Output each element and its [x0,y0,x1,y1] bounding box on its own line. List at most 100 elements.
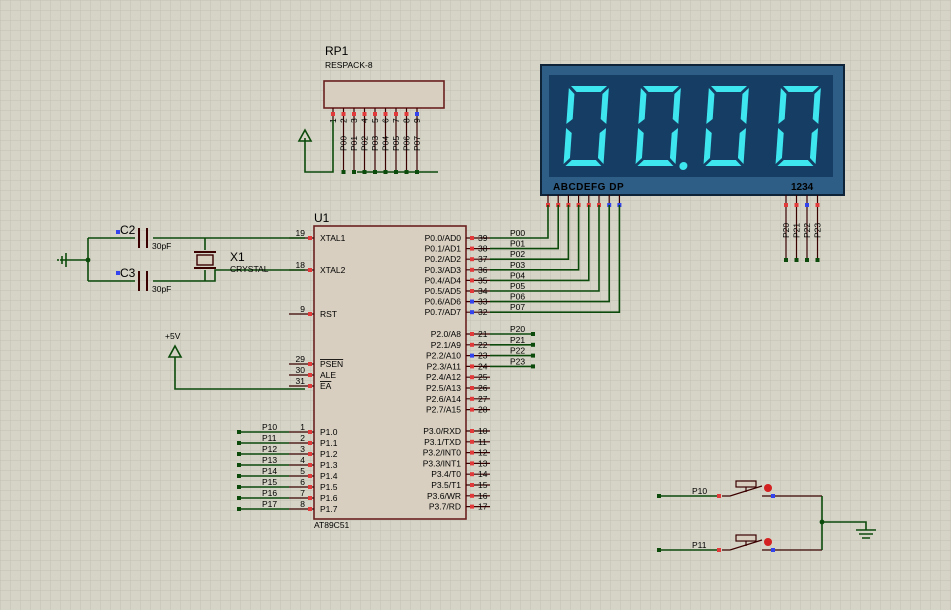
u1-left-pin-marker [308,485,312,489]
rp1-pin-number: 6 [381,118,391,123]
u1-left-pin-marker [308,362,312,366]
u1-left-pin-marker [308,507,312,511]
u1-right-pin-marker [470,483,474,487]
u1-left-pin-number: 29 [296,354,306,364]
u1-right-pin-number: 17 [478,502,488,512]
u1-right-pin-name: P2.5/A13 [426,383,461,393]
u1-right-pin-number: 22 [478,340,488,350]
display-segment [705,160,742,166]
x1-ref: X1 [230,250,245,264]
u1-left-pin-name: P1.6 [320,493,338,503]
u1-left-pin-marker [308,452,312,456]
u1-left-pin-marker [308,236,312,240]
u1-right-pin-name: P2.4/A12 [426,372,461,382]
seven-segment-display[interactable]: ABCDEFG DP 1234 [540,64,845,196]
button-actuator-icon[interactable] [764,538,772,546]
button-pin-marker-2 [771,494,775,498]
u1-left-pin-marker [308,463,312,467]
u1-left-pin-name: P1.1 [320,438,338,448]
rp1-net-label: P06 [402,136,412,151]
u1-left-pin-number: 30 [296,365,306,375]
schematic-canvas[interactable]: RP1 RESPACK-8 1 2P003P014P025P036P047P058… [0,0,951,610]
rp1-net-label: P03 [370,136,380,151]
button-pin-marker [717,548,721,552]
u1-right-pin-number: 16 [478,491,488,501]
display-digit-pin-marker [805,203,809,207]
u1-left-pin-name: P1.5 [320,482,338,492]
u1-right-pin-marker [470,375,474,380]
u1-part: AT89C51 [314,520,350,530]
u1-right-pin-number: 24 [478,361,488,371]
u1-left-pin-marker [308,268,312,272]
button-pin-marker [717,494,721,498]
u1-right-pin-name: P3.6/WR [427,491,461,501]
u1-left-pin-number: 7 [300,488,305,498]
p2-net-label: P20 [510,324,525,334]
rp1-pin-number: 2 [339,118,349,123]
u1-left-pin-number: 2 [300,433,305,443]
u1-left-pin-name: EA [320,381,332,391]
u1-right-pin-marker [470,257,474,262]
p1-net-terminal [237,474,241,478]
u1-right-pin-number: 14 [478,469,488,479]
c3-value: 30pF [152,284,171,294]
p1-net-label: P15 [262,477,277,487]
u1-right-pin-marker [470,299,474,304]
u1-ref: U1 [314,211,330,225]
rp1-net-label: P04 [381,136,391,151]
rp1-pin-marker [383,112,388,116]
u1-right-pin-number: 25 [478,372,488,382]
rp1-pin-marker [373,112,377,116]
display-digit-terminal [784,258,788,262]
u1-right-pin-marker [470,439,474,444]
rp1-pin-number: 8 [402,118,412,123]
p0-net-label: P05 [510,281,525,291]
u1-right-pin-marker [470,289,474,293]
button-actuator-icon[interactable] [764,484,772,492]
u1-left-pin-number: 5 [300,466,305,476]
p2-net-label: P23 [510,356,525,366]
display-digit-terminal [794,258,799,262]
u1-left-pin-number: 8 [300,499,305,509]
u1-right-pin-number: 27 [478,394,488,404]
u1-left-pin-name: P1.3 [320,460,338,470]
button-net-terminal [657,548,661,552]
p1-net-label: P11 [262,433,277,443]
u1-right-pin-marker [470,278,474,283]
display-digit-terminal [815,258,820,262]
u1-right-pin-marker [470,429,474,433]
x1-value: CRYSTAL [230,264,269,274]
u1-microcontroller[interactable]: U1 AT89C51 19 XTAL118 XTAL29 RST29 PSEN30 ALE… [289,211,490,530]
u1-right-pin-name: P2.6/A14 [426,394,461,404]
u1-left-pin-marker [308,312,312,316]
u1-right-pin-number: 35 [478,275,488,285]
u1-right-pin-name: P3.2/INT0 [423,448,462,458]
segment-label: ABCDEFG DP [553,182,624,193]
u1-right-pin-marker [470,246,474,251]
u1-right-pin-number: 32 [478,307,488,317]
p0-net-label: P04 [510,270,525,280]
u1-right-pin-number: 13 [478,458,488,468]
u1-left-pin-marker [308,373,312,377]
display-digit-net: P22 [802,223,812,238]
u1-right-pin-name: P2.3/A11 [427,361,462,371]
u1-left-pin-marker [308,430,312,434]
u1-right-pin-number: 11 [478,437,487,447]
u1-right-pin-marker [470,332,474,336]
u1-right-pins: 39 P0.0/AD0 38 P0.1/AD1 37 P0.2/AD2 36 P0.3/AD3… [423,233,490,512]
p1-net-label: P17 [262,499,277,509]
u1-right-pin-marker [470,342,474,347]
u1-right-pin-name: P0.5/AD5 [425,286,462,296]
rp1-pin-marker [362,112,367,116]
u1-left-pin-name: P1.2 [320,449,338,459]
button-net-terminal [657,494,661,498]
junction-dot-2 [819,519,825,525]
u1-right-pin-name: P3.3/INT1 [423,458,462,468]
u1-left-pin-marker [308,496,312,500]
u1-right-pin-marker [470,504,474,509]
u1-right-pin-name: P2.2/A10 [426,351,461,361]
p1-net-label: P10 [262,422,277,432]
rp1-value: RESPACK-8 [325,60,373,70]
p2-net-terminal [531,364,535,369]
u1-left-pin-marker [308,384,312,388]
